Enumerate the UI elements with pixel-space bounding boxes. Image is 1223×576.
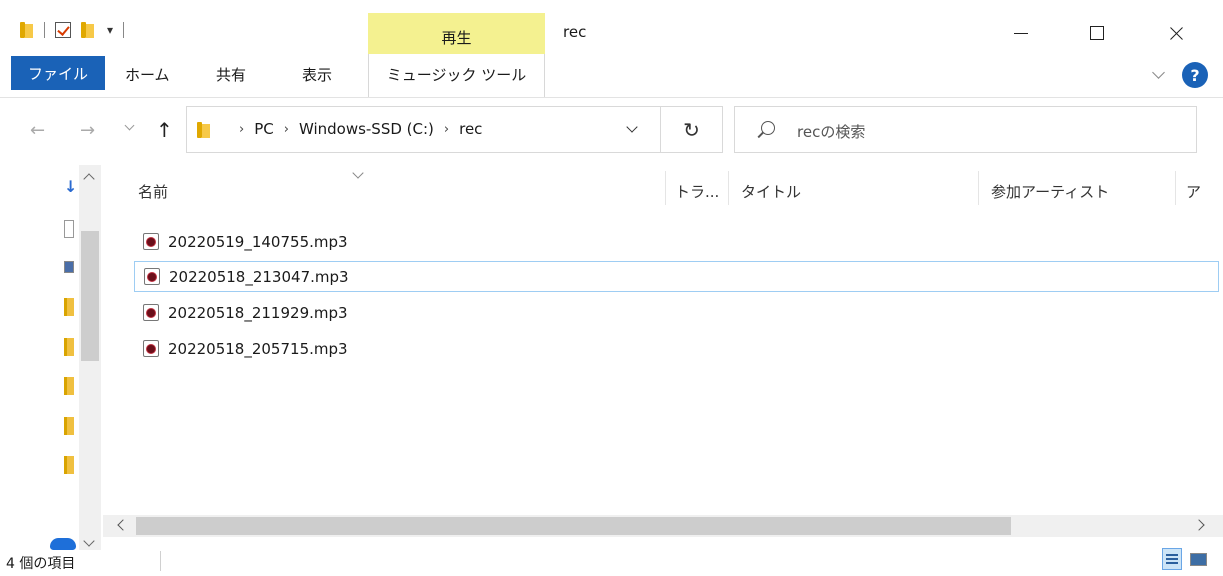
large-icons-view-icon[interactable] (1187, 548, 1209, 570)
breadcrumb-drive[interactable]: Windows-SSD (C:) (299, 120, 434, 138)
toolbar-separator (44, 22, 45, 38)
item-count: 4 個の項目 (6, 556, 76, 572)
file-name: 20220518_205715.mp3 (168, 339, 348, 358)
file-row[interactable]: 20220519_140755.mp3 (134, 226, 1219, 257)
address-bar[interactable]: › PC › Windows-SSD (C:) › rec (186, 106, 661, 153)
audio-file-icon (144, 268, 160, 285)
address-dropdown-icon[interactable] (627, 123, 639, 135)
breadcrumb-separator[interactable]: › (284, 122, 289, 137)
recent-locations-icon[interactable] (125, 122, 137, 134)
breadcrumb-pc[interactable]: PC (254, 120, 274, 138)
expand-ribbon-icon[interactable] (1152, 68, 1166, 82)
forward-button[interactable]: → (80, 120, 95, 141)
qat-dropdown-icon[interactable]: ▾ (107, 23, 113, 37)
breadcrumb: › PC › Windows-SSD (C:) › rec (229, 120, 482, 138)
folder-icon[interactable] (64, 417, 74, 435)
folder-icon[interactable] (64, 377, 74, 395)
column-divider[interactable] (665, 171, 666, 205)
horizontal-scrollbar[interactable] (103, 515, 1223, 537)
folder-icon[interactable] (64, 456, 74, 474)
window-title: rec (563, 23, 587, 41)
breadcrumb-rec[interactable]: rec (459, 120, 482, 138)
play-context-tab-header: 再生 (368, 13, 545, 54)
scroll-thumb[interactable] (81, 231, 99, 361)
audio-file-icon (143, 233, 159, 250)
title-bar: ▾ 再生 rec (0, 0, 1223, 54)
navigation-bar: ← → ↑ › PC › Windows-SSD (C:) › rec ↻ re… (0, 100, 1223, 160)
up-button[interactable]: ↑ (156, 118, 173, 142)
search-input[interactable]: recの検索 (734, 106, 1197, 153)
minimize-button[interactable] (1006, 18, 1036, 48)
file-name: 20220518_211929.mp3 (168, 303, 348, 322)
column-header-name[interactable]: 名前 (138, 181, 168, 202)
scroll-thumb[interactable] (136, 517, 1011, 535)
breadcrumb-separator[interactable]: › (239, 122, 244, 137)
scroll-up-icon[interactable] (83, 173, 95, 185)
column-divider[interactable] (978, 171, 979, 205)
toolbar-separator (123, 22, 125, 38)
navigation-pane: ↓ (0, 165, 103, 550)
file-name: 20220519_140755.mp3 (168, 232, 348, 251)
navigation-pane-scrollbar[interactable] (79, 165, 101, 550)
column-header-track[interactable]: トラ... (675, 181, 719, 202)
file-row[interactable]: 20220518_205715.mp3 (134, 333, 1219, 364)
new-folder-icon[interactable] (81, 22, 95, 38)
breadcrumb-separator[interactable]: › (444, 122, 449, 137)
folder-icon (197, 122, 211, 138)
sort-chevron-icon (352, 167, 364, 179)
folder-icon[interactable] (64, 338, 74, 356)
audio-file-icon (143, 304, 159, 321)
status-bar: 4 個の項目 (0, 545, 1223, 576)
tab-share[interactable]: 共有 (216, 64, 246, 85)
folder-icon[interactable] (20, 22, 34, 38)
audio-file-icon (143, 340, 159, 357)
scroll-right-icon[interactable] (1193, 519, 1205, 531)
pin-icon[interactable]: ↓ (64, 177, 77, 196)
tab-music-tools[interactable]: ミュージック ツール (368, 54, 545, 98)
column-header-title[interactable]: タイトル (741, 181, 801, 202)
search-placeholder: recの検索 (797, 123, 866, 141)
tab-music-tools-label: ミュージック ツール (386, 66, 527, 84)
file-row[interactable]: 20220518_213047.mp3 (134, 261, 1219, 292)
status-separator (160, 551, 161, 571)
pictures-icon[interactable] (64, 261, 74, 273)
close-button[interactable] (1161, 18, 1191, 48)
file-row[interactable]: 20220518_211929.mp3 (134, 297, 1219, 328)
play-context-label: 再生 (441, 29, 472, 47)
refresh-button[interactable]: ↻ (661, 106, 723, 153)
maximize-button[interactable] (1082, 18, 1112, 48)
help-button[interactable]: ? (1182, 62, 1208, 88)
details-view-icon[interactable] (1162, 548, 1182, 570)
file-name: 20220518_213047.mp3 (169, 267, 349, 286)
ribbon: ファイル ホーム 共有 表示 ミュージック ツール ? (0, 54, 1223, 98)
ribbon-divider (0, 97, 1223, 98)
folder-icon[interactable] (64, 298, 74, 316)
search-icon (761, 121, 775, 135)
tab-view[interactable]: 表示 (302, 64, 332, 85)
column-divider[interactable] (728, 171, 729, 205)
column-header-more[interactable]: ア (1186, 181, 1201, 202)
document-icon[interactable] (64, 220, 74, 238)
column-header-artist[interactable]: 参加アーティスト (991, 181, 1109, 202)
tab-file[interactable]: ファイル (11, 56, 105, 90)
file-list: 名前 トラ... タイトル 参加アーティスト ア 20220519_140755… (103, 165, 1223, 515)
quick-access-toolbar: ▾ (20, 22, 134, 38)
tab-home[interactable]: ホーム (125, 64, 170, 85)
column-divider[interactable] (1175, 171, 1176, 205)
properties-check-icon[interactable] (55, 22, 71, 38)
scroll-left-icon[interactable] (117, 519, 129, 531)
back-button[interactable]: ← (30, 120, 45, 141)
